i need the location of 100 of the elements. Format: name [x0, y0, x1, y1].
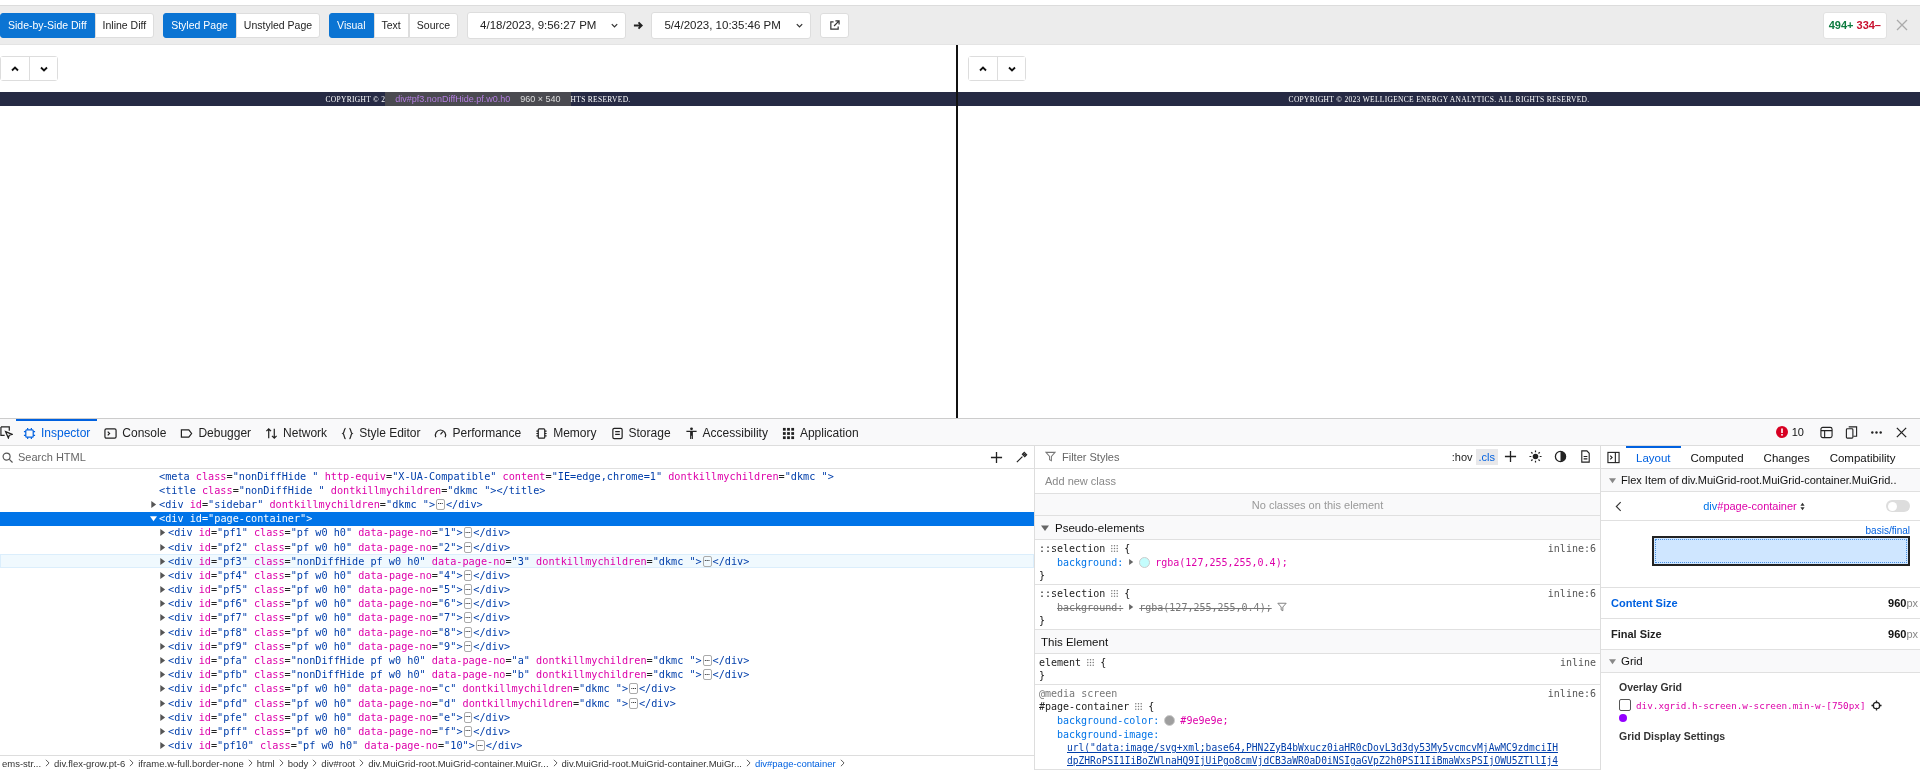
grid-element-selector[interactable]: div.xgrid.h-screen.w-screen.min-w-[750px] — [1636, 699, 1866, 711]
element-selector[interactable]: div#page-container — [1622, 500, 1886, 512]
style-mode-button[interactable]: Unstyled Page — [235, 12, 321, 38]
sidebar-tab[interactable]: Changes — [1753, 446, 1820, 468]
expander-triangle-icon[interactable] — [159, 543, 166, 551]
color-swatch[interactable] — [1139, 556, 1151, 568]
expander-triangle-icon[interactable] — [159, 557, 166, 565]
css-url-value[interactable]: dpZHRoPSI1IiBoZWlnaHQ9IjUiPgo8cmVjdCB3aWR0aD0iNSIgaGVpZ2h0PSI1IiBmaWxsPSIjOWU5ZTllIj4 — [1057, 754, 1600, 767]
filter-icon[interactable] — [1276, 602, 1287, 613]
breadcrumb-item[interactable]: div.flex-grow.pt-6 — [54, 757, 126, 769]
color-swatch[interactable] — [1164, 714, 1176, 726]
css-property[interactable]: background: — [1057, 556, 1124, 568]
section-header[interactable]: This Element — [1035, 630, 1600, 654]
plus-icon[interactable] — [1504, 450, 1517, 464]
rule-source-link[interactable]: inline:6 — [1547, 543, 1600, 555]
collapsed-content-badge[interactable]: ⋯ — [629, 697, 638, 709]
grid-section-header[interactable]: Grid — [1601, 650, 1920, 673]
expander-triangle-icon[interactable] — [159, 571, 166, 579]
content-mode-button[interactable]: Source — [408, 12, 459, 38]
devtools-tab[interactable]: Performance — [427, 419, 529, 445]
grid-dots-icon[interactable] — [1086, 658, 1096, 667]
html-tree-row[interactable]: <div id="pff" class="pf w0 h0" data-page-no="f"> ⋯ </div> — [0, 724, 1034, 739]
close-icon[interactable] — [1895, 425, 1908, 439]
responsive-design-icon[interactable] — [1845, 425, 1858, 439]
collapsed-content-badge[interactable]: ⋯ — [463, 640, 473, 652]
collapsed-content-badge[interactable]: ⋯ — [702, 655, 712, 667]
devtools-tab[interactable]: Network — [258, 419, 335, 445]
collapsed-content-badge[interactable]: ⋯ — [629, 683, 638, 695]
collapsed-content-badge[interactable]: ⋯ — [436, 498, 445, 510]
grid-color-dot[interactable] — [1619, 714, 1627, 722]
content-mode-button[interactable]: Text — [373, 12, 409, 38]
html-tree-row[interactable]: <div id="pf8" class="pf w0 h0" data-page-no="8"> ⋯ </div> — [0, 625, 1034, 640]
dock-layout-icon[interactable] — [1820, 425, 1833, 439]
expander-triangle-icon[interactable] — [159, 642, 166, 650]
back-chevron-icon[interactable] — [1615, 500, 1622, 512]
html-tree-row[interactable]: <div id="pfd" class="pf w0 h0" data-page-no="d" dontkillmychildren="dkmc "> ⋯ </div> — [0, 696, 1034, 711]
sidebar-tab[interactable]: Computed — [1680, 446, 1754, 468]
html-tree-row[interactable]: <div id="pfc" class="pf w0 h0" data-page-no="c" dontkillmychildren="dkmc "> ⋯ </div> — [0, 681, 1034, 696]
html-tree-row[interactable]: <div id="pf9" class="pf w0 h0" data-page-no="9"> ⋯ </div> — [0, 639, 1034, 654]
html-tree-row[interactable]: <div id="pfe" class="pf w0 h0" data-page-no="e"> ⋯ </div> — [0, 710, 1034, 725]
sun-icon[interactable] — [1529, 450, 1542, 464]
highlight-toggle[interactable] — [1886, 500, 1910, 512]
collapsed-content-badge[interactable]: ⋯ — [463, 711, 473, 723]
collapsed-content-badge[interactable]: ⋯ — [463, 626, 473, 638]
collapsed-content-badge[interactable]: ⋯ — [463, 612, 473, 624]
expander-triangle-icon[interactable] — [1128, 604, 1135, 611]
rule-source-link[interactable]: inline:6 — [1547, 588, 1600, 600]
breadcrumb-item[interactable]: ems-str... — [2, 757, 42, 769]
html-tree-row[interactable]: <div id="pf7" class="pf w0 h0" data-page-no="7"> ⋯ </div> — [0, 610, 1034, 626]
html-tree-row[interactable]: <div id="pf2" class="pf w0 h0" data-page-no="2"> ⋯ </div> — [0, 539, 1034, 555]
devtools-tab[interactable]: Inspector — [16, 419, 98, 445]
checkbox[interactable] — [1619, 699, 1631, 711]
expander-triangle-icon[interactable] — [159, 685, 166, 693]
grid-dots-icon[interactable] — [1110, 589, 1120, 599]
html-tree-row[interactable]: <meta class="nonDiffHide " http-equiv="X-UA-Compatible" content="IE=edge,chrome=1" dontkillmychildren="dkmc "> — [0, 469, 1034, 484]
diff-mode-button[interactable]: Side-by-Side Diff — [0, 12, 95, 38]
html-tree-row[interactable]: <div id="pfa" class="nonDiffHide pf w0 h0" data-page-no="a" dontkillmychildren="dkmc "> ⋯ </div> — [0, 653, 1034, 668]
devtools-tab[interactable]: Memory — [528, 419, 604, 445]
css-property[interactable]: background-color: — [1057, 714, 1160, 726]
element-picker-icon[interactable] — [0, 425, 13, 439]
grid-dots-icon[interactable] — [1134, 702, 1144, 711]
expander-triangle-icon[interactable] — [159, 600, 166, 608]
css-value[interactable]: rgba(127,255,255,0.4); — [1139, 601, 1272, 613]
expander-triangle-icon[interactable] — [150, 515, 157, 523]
pseudo-class-toggle[interactable]: :hov — [1448, 448, 1476, 465]
devtools-tab[interactable]: Application — [774, 419, 866, 445]
expander-triangle-icon[interactable] — [150, 500, 157, 508]
rule-source-link[interactable]: inline — [1559, 657, 1600, 668]
devtools-tab[interactable]: Accessibility — [677, 419, 775, 445]
sidebar-tab[interactable]: Compatibility — [1819, 446, 1906, 468]
expander-triangle-icon[interactable] — [159, 614, 166, 622]
sidebar-toggle-icon[interactable] — [1607, 450, 1620, 464]
expander-triangle-icon[interactable] — [159, 671, 166, 679]
from-date-select[interactable]: 4/18/2023, 9:56:27 PM — [467, 11, 627, 39]
html-tree-row[interactable]: <div id="pf5" class="pf w0 h0" data-page-no="5"> ⋯ </div> — [0, 582, 1034, 597]
html-tree-row[interactable]: <div id="pf4" class="pf w0 h0" data-page-no="4"> ⋯ </div> — [0, 568, 1034, 583]
expander-triangle-icon[interactable] — [159, 727, 166, 735]
expander-triangle-icon[interactable] — [1128, 559, 1135, 566]
breadcrumb-item[interactable]: iframe.w-full.border-none — [138, 757, 244, 769]
expander-triangle-icon[interactable] — [1041, 523, 1049, 532]
expander-triangle-icon[interactable] — [159, 529, 166, 537]
html-tree-row[interactable]: <div id="page-container"> — [0, 511, 1034, 526]
eyedropper-icon[interactable] — [1015, 450, 1028, 464]
expander-triangle-icon[interactable] — [159, 628, 166, 636]
css-property[interactable]: background: — [1057, 601, 1124, 613]
css-property[interactable]: background-image: — [1057, 728, 1160, 740]
collapsed-content-badge[interactable]: ⋯ — [702, 669, 712, 681]
collapsed-content-badge[interactable]: ⋯ — [463, 598, 473, 610]
breadcrumb-item[interactable]: div#page-container — [754, 757, 836, 769]
to-date-select[interactable]: 5/4/2023, 10:35:46 PM — [651, 11, 811, 39]
expander-triangle-icon[interactable] — [1609, 657, 1616, 665]
breadcrumb-item[interactable]: div.MuiGrid-root.MuiGrid-container.MuiGr... — [368, 757, 549, 769]
html-tree-row[interactable]: <div id="sidebar" dontkillmychildren="dkmc "> ⋯ </div> — [0, 497, 1034, 512]
expander-triangle-icon[interactable] — [159, 713, 166, 721]
plus-icon[interactable] — [990, 450, 1003, 464]
devtools-tab[interactable]: Style Editor — [334, 419, 428, 445]
flex-item-header[interactable]: Flex Item of div.MuiGrid-root.MuiGrid-container.MuiGrid.. — [1601, 469, 1920, 492]
devtools-tab[interactable]: Console — [97, 419, 174, 445]
breadcrumb-item[interactable]: div#root — [321, 757, 356, 769]
expander-triangle-icon[interactable] — [159, 586, 166, 594]
